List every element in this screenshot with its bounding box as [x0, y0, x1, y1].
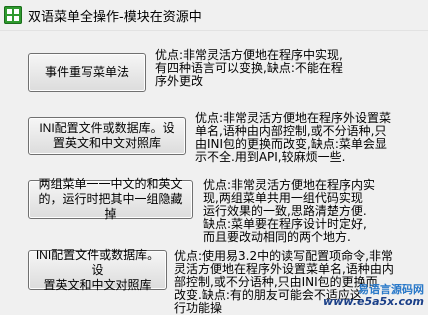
ini-config-button-1[interactable]: INI配置文件或数据库。设 置英文和中文对照库 — [28, 117, 186, 155]
title-bar: 双语菜单全操作-模块在资源中 — [0, 0, 428, 31]
two-menus-button[interactable]: 两组菜单一一中文的和英文 的，运行时把其中一组隐藏掉 — [28, 177, 193, 221]
desc-two-menus: 优点:非常灵活方便地在程序内实 现,两组菜单共用一组代码实现 运行效果的一致,思… — [203, 178, 376, 244]
ini-config-button-2[interactable]: INI配置文件或数据库。设 置英文和中文对照库 — [28, 248, 167, 292]
watermark: 易语言源码网 www.e5a5x.com — [323, 284, 424, 308]
window-title: 双语菜单全操作-模块在资源中 — [28, 10, 202, 25]
desc-event-rewrite: 优点:非常灵活方便地在程序中实现, 有四种语言可以变换,缺点:不能在程 序外更改 — [155, 48, 343, 88]
event-rewrite-menu-button[interactable]: 事件重写菜单法 — [28, 53, 146, 92]
desc-ini-config-1: 优点:非常灵活方便地在程序外设置菜 单名,语种由内部控制,或不分语种,只 由IN… — [195, 111, 392, 164]
watermark-url: www.e5a5x.com — [323, 295, 424, 308]
app-icon — [4, 6, 22, 24]
